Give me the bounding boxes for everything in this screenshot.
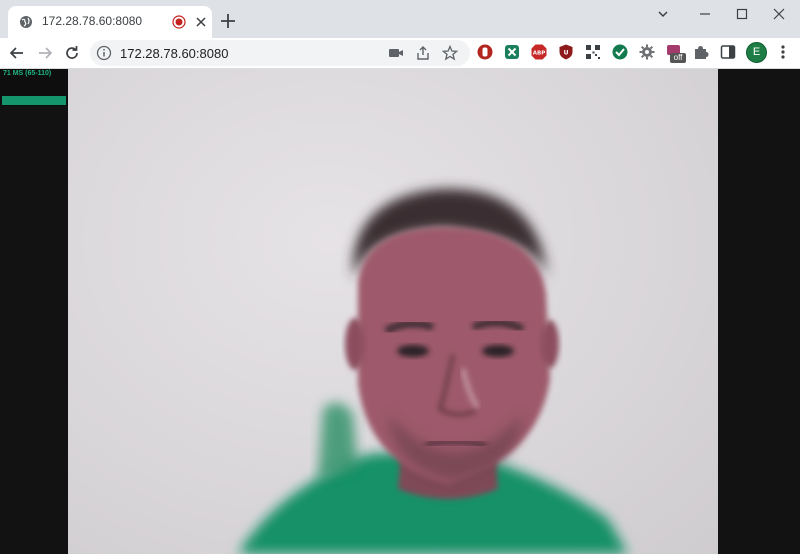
page-content: 71 MS (65-110) — [0, 69, 800, 554]
side-panel-icon[interactable] — [719, 43, 737, 61]
recording-indicator-icon — [172, 15, 186, 29]
back-arrow-icon[interactable] — [8, 44, 26, 62]
extension-gear-icon[interactable] — [638, 43, 656, 61]
profile-avatar[interactable]: E — [746, 42, 767, 63]
site-info-icon[interactable] — [96, 45, 112, 61]
video-camera-icon[interactable] — [388, 45, 404, 61]
qr-code-icon[interactable] — [584, 43, 602, 61]
more-menu-icon[interactable] — [774, 43, 792, 61]
tab-search-chevron-icon[interactable] — [655, 6, 671, 22]
segmented-person-overlay — [238, 188, 628, 554]
stats-meter-fill — [2, 96, 66, 105]
stats-meter — [2, 96, 66, 105]
extension-check-icon[interactable] — [611, 43, 629, 61]
svg-text:ABP: ABP — [533, 50, 545, 56]
globe-icon — [20, 16, 32, 28]
extension-off-badge: off — [670, 53, 686, 63]
reload-icon[interactable] — [63, 44, 81, 62]
close-window-icon[interactable] — [771, 6, 787, 22]
minimize-icon[interactable] — [697, 6, 713, 22]
forward-arrow-icon[interactable] — [36, 44, 54, 62]
tab-strip: 172.28.78.60:8080 — [0, 0, 800, 38]
new-tab-icon[interactable] — [219, 12, 237, 30]
close-tab-icon[interactable] — [194, 15, 208, 29]
stats-label: 71 MS (65-110) — [3, 70, 52, 77]
extension-red-icon[interactable] — [476, 43, 494, 61]
extensions-puzzle-icon[interactable] — [692, 43, 710, 61]
address-bar[interactable]: 172.28.78.60:8080 — [90, 40, 470, 66]
maximize-icon[interactable] — [734, 6, 750, 22]
svg-text:U: U — [564, 50, 569, 57]
stats-panel[interactable]: 71 MS (65-110) — [0, 69, 68, 106]
share-icon[interactable] — [415, 45, 431, 61]
webcam-video-feed — [68, 69, 718, 554]
url-text: 172.28.78.60:8080 — [120, 46, 229, 61]
tab-active[interactable]: 172.28.78.60:8080 — [8, 6, 212, 38]
chair-region — [318, 402, 358, 479]
bookmark-star-icon[interactable] — [442, 45, 458, 61]
adblock-icon[interactable]: ABP — [530, 43, 548, 61]
tab-title: 172.28.78.60:8080 — [42, 14, 143, 28]
extension-shield-icon[interactable]: U — [557, 43, 575, 61]
browser-toolbar: 172.28.78.60:8080 ABP U off E — [0, 38, 800, 69]
extension-green-x-icon[interactable] — [503, 43, 521, 61]
